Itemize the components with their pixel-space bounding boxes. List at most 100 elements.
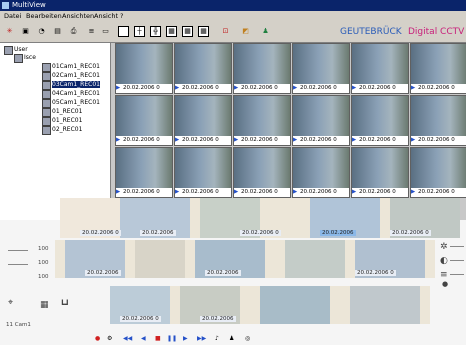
person-icon[interactable]: ♟ [260, 26, 271, 37]
layout-2x2-icon[interactable]: ┼ [134, 26, 145, 37]
tree-item[interactable]: 01_REC01 [42, 107, 82, 117]
video-tile[interactable]: ▶ 20.02.2006 0 [351, 95, 409, 146]
video-tile[interactable]: ▶ 20.02.2006 0 [115, 95, 173, 146]
layout-1x1-icon[interactable] [118, 26, 129, 37]
video-tile[interactable]: ▶ 20.02.2006 0 [233, 147, 291, 198]
camera-feed [293, 96, 349, 136]
date-label: 20.02.2006 [320, 230, 356, 236]
pointer-icon[interactable]: ◩ [240, 26, 251, 37]
layout-3x3-icon[interactable]: ╬ [150, 26, 161, 37]
video-tile[interactable]: ▶ 20.02.2006 0 [233, 95, 291, 146]
record-icon[interactable]: ✳ [4, 26, 15, 37]
video-tile[interactable]: ▶ 20.02.2006 0 [292, 147, 350, 198]
play-icon[interactable]: ▶ [234, 188, 241, 197]
camera-feed [116, 148, 172, 188]
play-icon[interactable]: ▶ [352, 84, 359, 93]
tree-item[interactable]: 04Cam1_REC01 [42, 89, 100, 99]
menu-item-help[interactable]: ? [120, 11, 123, 22]
sequence-icon[interactable]: ⊡ [220, 26, 231, 37]
grid-icon[interactable]: ▦ [40, 300, 49, 310]
play-icon[interactable]: ▶ [411, 188, 418, 197]
stop-button[interactable]: ■ [155, 334, 161, 344]
tree-item[interactable]: 01_REC01 [42, 116, 82, 126]
play-icon[interactable]: ▶ [175, 188, 182, 197]
step-back-button[interactable]: ◀ [141, 334, 146, 344]
tree-item[interactable]: Isce [14, 53, 36, 63]
tile-date: 20.02.2006 0 [241, 85, 278, 91]
window-title: MultiView [12, 1, 46, 9]
sun-icon[interactable]: ✲ [440, 242, 448, 252]
layout-5x5-icon[interactable]: ▦ [182, 26, 193, 37]
contrast-icon[interactable]: ◐ [440, 256, 448, 266]
video-tile[interactable]: ▶ 20.02.2006 0 [410, 147, 466, 198]
monitor-icon[interactable]: ▭ [100, 26, 111, 37]
video-tile[interactable]: ▶ 20.02.2006 0 [292, 43, 350, 94]
camera-feed [352, 148, 408, 188]
play-icon[interactable]: ▶ [293, 136, 300, 145]
dot-icon[interactable]: ● [442, 280, 448, 288]
video-tile[interactable]: ▶ 20.02.2006 0 [174, 43, 232, 94]
tree-item[interactable]: 02_REC01 [42, 125, 82, 135]
pause-button[interactable]: ❚❚ [167, 334, 177, 344]
video-tile[interactable]: ▶ 20.02.2006 0 [351, 43, 409, 94]
tile-date: 20.02.2006 0 [300, 137, 337, 143]
video-tile[interactable]: ▶ 20.02.2006 0 [115, 43, 173, 94]
tree-item[interactable]: 01Cam1_REC01 [42, 62, 100, 72]
tile-caption: ▶ 20.02.2006 0 [116, 84, 172, 93]
note-icon[interactable]: ≡ [86, 26, 97, 37]
play-icon[interactable]: ▶ [116, 136, 123, 145]
date-label: 20.02.2006 [140, 230, 176, 236]
chart-icon[interactable]: ┗┛ [60, 300, 70, 309]
play-icon[interactable]: ▶ [116, 84, 123, 93]
printer-icon[interactable]: ⎙ [68, 26, 79, 37]
menu-item-datei[interactable]: Datei [4, 11, 21, 22]
video-tile[interactable]: ▶ 20.02.2006 0 [233, 43, 291, 94]
layout-4x4-icon[interactable]: ▦ [166, 26, 177, 37]
play-icon[interactable]: ▶ [234, 136, 241, 145]
color-icon[interactable]: ≡ [440, 270, 448, 280]
video-tile[interactable]: ▶ 20.02.2006 0 [292, 95, 350, 146]
video-tile[interactable]: ▶ 20.02.2006 0 [174, 147, 232, 198]
film-strip-3: 20.02.2006 0 20.02.2006 [110, 286, 430, 324]
step-forward-button[interactable]: ▶▶ [197, 334, 206, 344]
video-tile[interactable]: ▶ 20.02.2006 0 [410, 43, 466, 94]
play-button[interactable]: ▶ [183, 334, 188, 344]
play-icon[interactable]: ▶ [352, 136, 359, 145]
layout-6x6-icon[interactable]: ▦ [198, 26, 209, 37]
video-tile[interactable]: ▶ 20.02.2006 0 [174, 95, 232, 146]
rewind-icon[interactable]: ◔ [36, 26, 47, 37]
settings-icon[interactable]: ⚙ [107, 334, 112, 344]
play-icon[interactable]: ▶ [175, 84, 182, 93]
tile-date: 20.02.2006 0 [359, 189, 396, 195]
menu-item-bearbeiten[interactable]: Bearbeiten [26, 11, 62, 22]
tile-date: 20.02.2006 0 [241, 189, 278, 195]
camera-icon[interactable]: ▤ [52, 26, 63, 37]
person-icon[interactable]: ♟ [229, 334, 234, 344]
play-icon[interactable]: ▶ [411, 136, 418, 145]
tile-date: 20.02.2006 0 [418, 137, 455, 143]
tile-caption: ▶ 20.02.2006 0 [234, 188, 290, 197]
play-icon[interactable]: ▶ [411, 84, 418, 93]
tile-date: 20.02.2006 0 [182, 189, 219, 195]
video-tile[interactable]: ▶ 20.02.2006 0 [410, 95, 466, 146]
tree-item[interactable]: 02Cam1_REC01 [42, 71, 100, 81]
video-tile[interactable]: ▶ 20.02.2006 0 [351, 147, 409, 198]
rewind-button[interactable]: ◀◀ [123, 334, 132, 344]
play-icon[interactable]: ▶ [234, 84, 241, 93]
speaker-icon[interactable]: ♪ [215, 334, 219, 344]
play-icon[interactable]: ▶ [293, 84, 300, 93]
video-tile[interactable]: ▶ 20.02.2006 0 [115, 147, 173, 198]
play-icon[interactable]: ▶ [175, 136, 182, 145]
cursor-icon[interactable]: ⌖ [8, 298, 13, 308]
play-icon[interactable]: ▶ [116, 188, 123, 197]
tile-date: 20.02.2006 0 [359, 85, 396, 91]
play-icon[interactable]: ▶ [293, 188, 300, 197]
tree-item[interactable]: 05Cam1_REC01 [42, 98, 100, 108]
menu-item-ansicht[interactable]: Ansicht [94, 11, 118, 22]
film-icon[interactable]: ▣ [20, 26, 31, 37]
menu-item-ansichten[interactable]: Ansichten [62, 11, 94, 22]
record-button[interactable]: ● [95, 334, 100, 344]
tree-item[interactable]: 03Cam1_REC01 [42, 80, 100, 90]
play-icon[interactable]: ▶ [352, 188, 359, 197]
eye-icon[interactable]: ◎ [245, 334, 250, 344]
